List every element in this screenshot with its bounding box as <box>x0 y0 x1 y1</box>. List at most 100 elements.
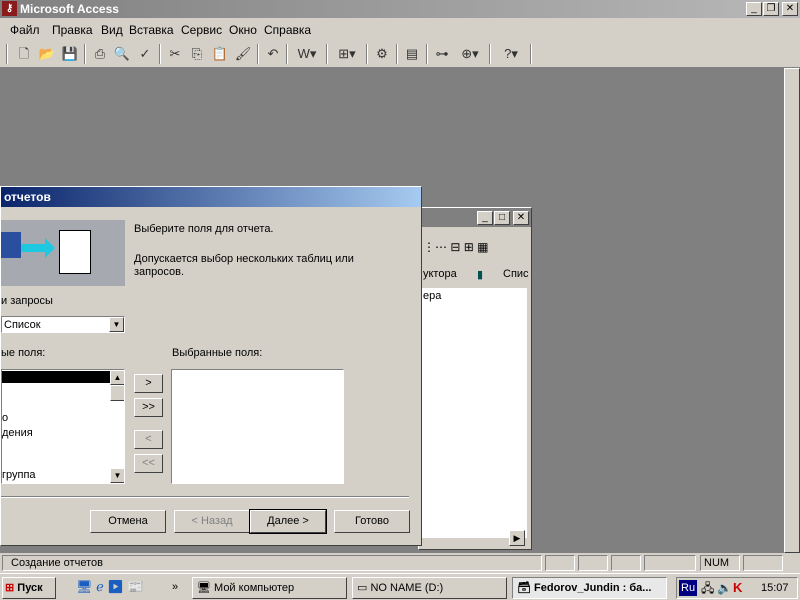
quick-launch-more[interactable]: » <box>168 577 186 599</box>
copy-icon[interactable]: ⎘ <box>187 44 207 64</box>
toolbar-separator <box>257 44 259 64</box>
toolbar-separator <box>530 44 532 64</box>
menu-help[interactable]: Справка <box>264 23 311 37</box>
db-object-list: ера <box>421 288 527 538</box>
available-field-item[interactable]: группа <box>2 469 36 481</box>
db-toolbar-icons[interactable]: ⋮⋯ ⊟ ⊞ ▦ <box>423 240 488 254</box>
status-pane <box>743 555 783 571</box>
format-painter-icon[interactable]: 🖌 <box>233 44 253 64</box>
open-icon[interactable]: 📂 <box>37 44 57 64</box>
menu-insert[interactable]: Вставка <box>129 23 174 37</box>
menu-tools[interactable]: Сервис <box>181 23 222 37</box>
task-label: Fedorov_Jundin : ба... <box>534 582 652 594</box>
task-label: NO NAME (D:) <box>370 582 444 594</box>
print-preview-icon[interactable]: 🔍 <box>112 44 132 64</box>
toolbar: 🗋 📂 💾 ⎙ 🔍 ✓ ✂ ⎘ 📋 🖌 ↶ W▾ ⊞▾ ⚙ ▤ ⊶ ⊕▾ ?▾ <box>0 40 800 68</box>
table-icon: ▮ <box>477 269 484 281</box>
menu-window[interactable]: Окно <box>229 23 257 37</box>
list-scroll-thumb[interactable] <box>110 385 124 401</box>
move-one-button[interactable]: > <box>134 374 163 393</box>
table-graphic <box>1 232 21 258</box>
wizard-illustration <box>1 220 125 286</box>
save-icon[interactable]: 💾 <box>60 44 80 64</box>
task-access-db[interactable]: 🗃 Fedorov_Jundin : ба... <box>512 577 667 599</box>
status-text: Создание отчетов <box>11 557 103 569</box>
code-icon[interactable]: ⚙ <box>372 44 392 64</box>
close-button[interactable]: ✕ <box>782 2 798 16</box>
selected-fields-label: Выбранные поля: <box>172 347 263 359</box>
help-icon[interactable]: ?▾ <box>496 44 526 64</box>
new-object-icon[interactable]: ⊕▾ <box>455 44 485 64</box>
db-column-design: уктора <box>423 268 457 280</box>
quick-launch[interactable]: 🖥 ℯ ▶ 📰 <box>72 577 172 599</box>
db-maximize-button[interactable]: □ <box>494 211 510 225</box>
report-wizard-dialog: отчетов Выберите поля для отчета. Допуск… <box>0 186 422 546</box>
wizard-hint: Допускается выбор нескольких таблиц или … <box>134 253 354 278</box>
antivirus-icon[interactable]: K <box>733 578 742 598</box>
db-object-item[interactable]: ера <box>423 290 441 302</box>
remove-all-button[interactable]: << <box>134 454 163 473</box>
back-button[interactable]: < Назад <box>174 510 250 533</box>
wizard-title: отчетов <box>4 190 51 204</box>
language-indicator[interactable]: Ru <box>679 580 698 596</box>
spelling-icon[interactable]: ✓ <box>135 44 155 64</box>
chevron-down-icon[interactable]: ▼ <box>109 317 124 332</box>
db-close-button[interactable]: ✕ <box>513 211 529 225</box>
minimize-button[interactable]: _ <box>746 2 762 16</box>
available-field-selected[interactable] <box>2 371 110 383</box>
wizard-titlebar: отчетов <box>1 187 421 207</box>
menu-edit[interactable]: Правка <box>52 23 93 37</box>
selected-fields-list[interactable] <box>171 369 344 484</box>
windows-logo-icon: ⊞ <box>5 582 15 594</box>
db-scroll-right-button[interactable]: ▶ <box>509 530 525 546</box>
print-icon[interactable]: ⎙ <box>90 44 110 64</box>
available-fields-list[interactable]: о дения группа ▲ ▼ <box>1 369 125 484</box>
menu-bar: Файл Правка Вид Вставка Сервис Окно Спра… <box>0 18 800 40</box>
move-all-button[interactable]: >> <box>134 398 163 417</box>
available-field-item[interactable]: дения <box>2 427 33 439</box>
tray-app-icon[interactable]: 🖧 <box>701 578 714 598</box>
toolbar-separator <box>286 44 288 64</box>
menu-view[interactable]: Вид <box>101 23 123 37</box>
restore-button[interactable]: ❐ <box>763 2 779 16</box>
workspace-vertical-scrollbar[interactable] <box>784 68 800 553</box>
toolbar-separator <box>159 44 161 64</box>
table-query-select[interactable]: Список ▼ <box>1 316 125 333</box>
table-query-value: Список <box>4 319 41 331</box>
list-scroll-down-button[interactable]: ▼ <box>110 468 124 483</box>
toolbar-grip <box>6 44 8 64</box>
computer-icon: 🖥 <box>197 582 211 594</box>
start-button[interactable]: ⊞ Пуск <box>2 577 56 599</box>
list-scroll-up-button[interactable]: ▲ <box>110 370 124 385</box>
task-my-computer[interactable]: 🖥 Мой компьютер <box>192 577 347 599</box>
relationships-icon[interactable]: ⊶ <box>432 44 452 64</box>
clock[interactable]: 15:07 <box>761 578 789 598</box>
volume-icon[interactable]: 🔈 <box>717 578 732 598</box>
app-title-bar: ⚷ Microsoft Access _ ❐ ✕ <box>0 0 800 18</box>
remove-one-button[interactable]: < <box>134 430 163 449</box>
status-pane <box>611 555 641 571</box>
status-text-pane: Создание отчетов <box>2 555 542 571</box>
cut-icon[interactable]: ✂ <box>165 44 185 64</box>
wizard-heading: Выберите поля для отчета. <box>134 223 274 235</box>
toolbar-separator <box>84 44 86 64</box>
task-label: Мой компьютер <box>214 582 295 594</box>
paste-icon[interactable]: 📋 <box>210 44 230 64</box>
app-title: Microsoft Access <box>20 2 119 16</box>
next-button[interactable]: Далее > <box>249 509 327 534</box>
menu-file[interactable]: Файл <box>10 23 40 37</box>
cancel-button[interactable]: Отмена <box>90 510 166 533</box>
database-window: _ □ ✕ ⋮⋯ ⊟ ⊞ ▦ уктора ▮ Спис ера ▶ <box>418 207 532 550</box>
db-minimize-button[interactable]: _ <box>477 211 493 225</box>
num-lock-pane: NUM <box>700 555 740 571</box>
office-links-icon[interactable]: W▾ <box>292 44 322 64</box>
task-drive-d[interactable]: ▭ NO NAME (D:) <box>352 577 507 599</box>
properties-icon[interactable]: ▤ <box>402 44 422 64</box>
available-field-item[interactable]: о <box>2 412 8 424</box>
undo-icon[interactable]: ↶ <box>263 44 283 64</box>
db-column-list: Спис <box>503 268 529 280</box>
new-icon[interactable]: 🗋 <box>14 44 34 64</box>
finish-button[interactable]: Готово <box>334 510 410 533</box>
analyze-icon[interactable]: ⊞▾ <box>332 44 362 64</box>
access-app-icon[interactable]: ⚷ <box>2 1 17 16</box>
